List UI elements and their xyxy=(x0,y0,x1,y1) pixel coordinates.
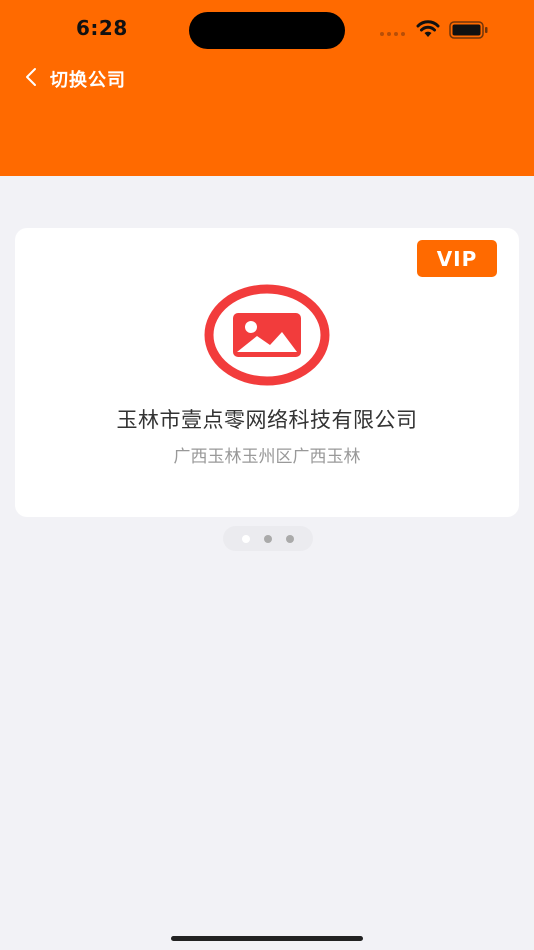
page-title: 切换公司 xyxy=(50,70,126,91)
company-address: 广西玉林玉州区广西玉林 xyxy=(173,447,361,467)
battery-icon xyxy=(449,21,488,39)
company-card[interactable]: VIP 玉林市壹点零网络科技有限公司 广西玉林玉州区广西玉林 xyxy=(15,228,519,517)
company-name: 玉林市壹点零网络科技有限公司 xyxy=(116,408,418,432)
dynamic-island xyxy=(189,12,345,49)
status-time: 6:28 xyxy=(76,16,128,40)
image-icon xyxy=(204,284,330,386)
page-dot[interactable] xyxy=(264,534,272,543)
header: 6:28 切换公司 xyxy=(0,0,534,176)
home-indicator xyxy=(171,936,363,941)
page-indicator[interactable] xyxy=(223,526,313,551)
page-dot[interactable] xyxy=(286,534,294,543)
page-dot-active[interactable] xyxy=(242,534,250,543)
vip-badge: VIP xyxy=(417,240,497,277)
cellular-signal-icon xyxy=(380,32,405,36)
screen: 6:28 切换公司 VIP 玉林市壹点零网络科技有限公司 广西玉林玉州区广西玉林 xyxy=(0,0,534,950)
wifi-icon xyxy=(416,20,440,37)
chevron-left-icon[interactable] xyxy=(22,66,42,88)
